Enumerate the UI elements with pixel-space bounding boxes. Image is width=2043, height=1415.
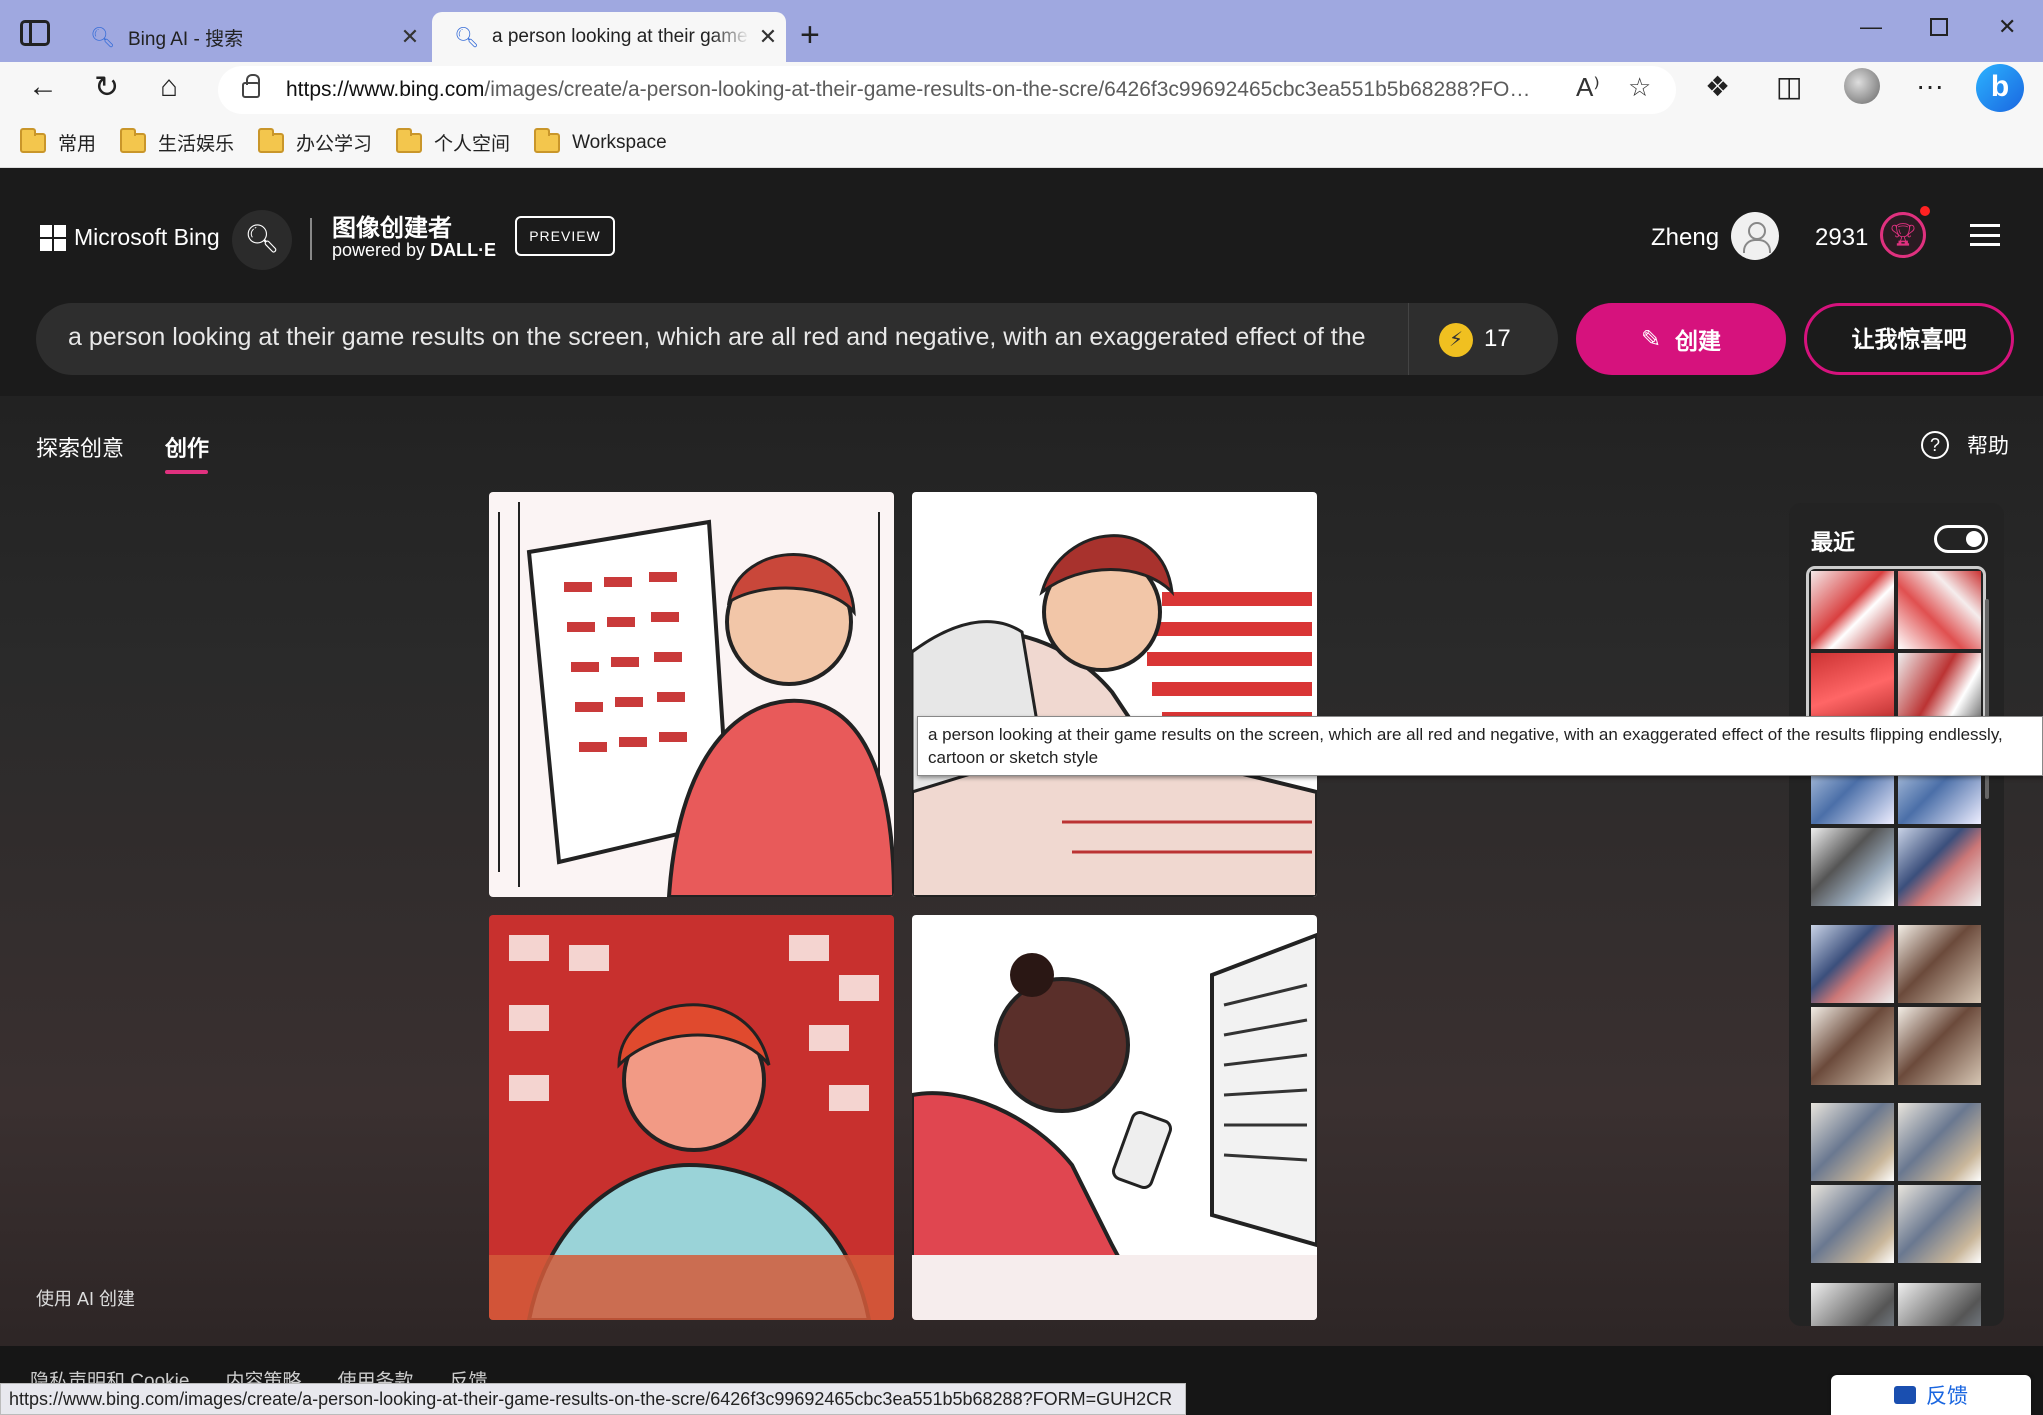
browser-tab-active[interactable]: 🔍︎ a person looking at their game re ✕ (432, 12, 786, 62)
tab-explore[interactable]: 探索创意 (36, 431, 124, 463)
product-title: 图像创建者 (332, 215, 452, 242)
minimize-icon[interactable]: — (1860, 14, 1882, 40)
thumbnail (1898, 828, 1981, 906)
profile-avatar[interactable] (1844, 68, 1880, 104)
thumbnail (1811, 1185, 1894, 1263)
search-icon: 🔍︎ (90, 26, 116, 49)
close-window-icon[interactable]: ✕ (1998, 14, 2016, 40)
add-favorite-icon[interactable]: ☆ (1628, 72, 1651, 103)
home-icon[interactable]: ⌂ (160, 70, 178, 104)
preview-badge: PREVIEW (515, 216, 615, 256)
browser-tab-bing-ai[interactable]: 🔍︎ Bing AI - 搜索 ✕ (68, 12, 428, 62)
generated-image-1[interactable] (489, 492, 894, 897)
thumbnail (1811, 1283, 1894, 1326)
favorite-folder[interactable]: 个人空间 (396, 127, 510, 156)
generated-image-3[interactable] (489, 915, 894, 1320)
read-aloud-icon[interactable]: A⁾ (1576, 72, 1600, 103)
menu-icon[interactable] (1970, 224, 2000, 246)
microsoft-bing-logo[interactable]: Microsoft Bing (40, 224, 220, 251)
favorite-folder[interactable]: 生活娱乐 (120, 127, 234, 156)
page-header: Microsoft Bing 🔍︎ 图像创建者 powered by DALL·… (0, 168, 2043, 396)
recent-item[interactable] (1811, 1103, 1981, 1263)
prompt-input[interactable]: a person looking at their game results o… (68, 323, 1374, 352)
maximize-icon[interactable] (1930, 18, 1948, 36)
thumbnail (1898, 571, 1981, 649)
prompt-input-container[interactable]: a person looking at their game results o… (36, 303, 1558, 375)
thumbnail (1898, 1185, 1981, 1263)
thumbnail (1898, 1283, 1981, 1326)
prompt-tooltip: a person looking at their game results o… (917, 716, 2043, 776)
thumbnail (1811, 571, 1894, 649)
divider (1408, 303, 1409, 375)
bing-copilot-icon[interactable]: b (1976, 64, 2024, 112)
recent-panel: 最近 (1789, 503, 2004, 1326)
split-screen-icon[interactable]: ◫ (1776, 70, 1802, 103)
generated-image-2[interactable] (912, 492, 1317, 897)
windows-logo-icon (40, 224, 66, 251)
browser-tab-bar: 🔍︎ Bing AI - 搜索 ✕ 🔍︎ a person looking at… (0, 0, 2043, 62)
boost-count: 17 (1484, 325, 1511, 352)
search-button[interactable]: 🔍︎ (232, 210, 292, 270)
back-icon[interactable]: ← (28, 70, 58, 104)
image-creator-page: Microsoft Bing 🔍︎ 图像创建者 powered by DALL·… (0, 168, 2043, 1415)
surprise-me-button[interactable]: 让我惊喜吧 (1804, 303, 2014, 375)
extensions-icon[interactable]: ❖ (1705, 70, 1730, 103)
username[interactable]: Zheng (1651, 224, 1719, 252)
favorites-bar: 常用 生活娱乐 办公学习 个人空间 Workspace (0, 118, 2043, 168)
tab-title: a person looking at their game re (492, 26, 750, 47)
status-bar-url: https://www.bing.com/images/create/a-per… (0, 1383, 1186, 1415)
thumbnail (1898, 925, 1981, 1003)
url-field[interactable]: https://www.bing.com/images/create/a-per… (218, 66, 1676, 114)
tab-create[interactable]: 创作 (165, 431, 209, 463)
boost-bolt-icon: ⚡︎ (1439, 323, 1473, 357)
favorite-folder[interactable]: 办公学习 (258, 127, 372, 156)
user-avatar-icon[interactable] (1731, 212, 1779, 260)
folder-icon (120, 127, 147, 153)
folder-icon (20, 127, 46, 153)
recent-toggle[interactable] (1934, 525, 1988, 553)
ai-note: 使用 AI 创建 (36, 1289, 136, 1309)
favorite-folder[interactable]: 常用 (20, 127, 96, 156)
new-tab-icon[interactable]: + (800, 16, 820, 55)
folder-icon (258, 127, 285, 153)
recent-item[interactable] (1811, 1283, 1981, 1326)
image-create-icon: ✎ (1640, 325, 1662, 353)
rewards-trophy-icon[interactable]: 🏆︎ (1880, 212, 1926, 258)
refresh-icon[interactable]: ↻ (94, 70, 119, 105)
folder-icon (396, 127, 423, 153)
rewards-points[interactable]: 2931 (1815, 224, 1868, 252)
thumbnail (1811, 828, 1894, 906)
search-icon: 🔍︎ (454, 26, 480, 49)
help-icon: ? (1921, 431, 1949, 459)
tab-actions-icon[interactable] (20, 20, 50, 46)
notification-dot (1920, 206, 1930, 216)
close-tab-icon[interactable]: ✕ (392, 24, 428, 50)
powered-by: powered by DALL·E (332, 240, 497, 260)
active-tab-indicator (165, 470, 208, 474)
address-toolbar: ← ↻ ⌂ https://www.bing.com/images/create… (0, 62, 2043, 118)
feedback-icon (1894, 1386, 1916, 1404)
url-text: https://www.bing.com/images/create/a-per… (286, 78, 1542, 101)
recent-title: 最近 (1811, 530, 1856, 555)
thumbnail (1898, 1103, 1981, 1181)
recent-item-current[interactable] (1806, 566, 1986, 736)
thumbnail (1898, 1007, 1981, 1085)
favorite-folder[interactable]: Workspace (534, 127, 667, 154)
tab-title: Bing AI - 搜索 (128, 28, 244, 50)
create-button[interactable]: ✎ 创建 (1576, 303, 1786, 375)
lock-icon[interactable] (242, 74, 260, 98)
divider (310, 218, 312, 260)
thumbnail (1811, 1007, 1894, 1085)
feedback-button[interactable]: 反馈 (1831, 1375, 2031, 1415)
thumbnail (1811, 925, 1894, 1003)
more-options-icon[interactable]: ··· (1916, 70, 1944, 102)
thumbnail (1811, 1103, 1894, 1181)
recent-item[interactable] (1811, 925, 1981, 1085)
folder-icon (534, 127, 561, 153)
help-button[interactable]: ? 帮助 (1921, 430, 2009, 460)
close-tab-icon[interactable]: ✕ (750, 24, 786, 50)
generated-image-4[interactable] (912, 915, 1317, 1320)
